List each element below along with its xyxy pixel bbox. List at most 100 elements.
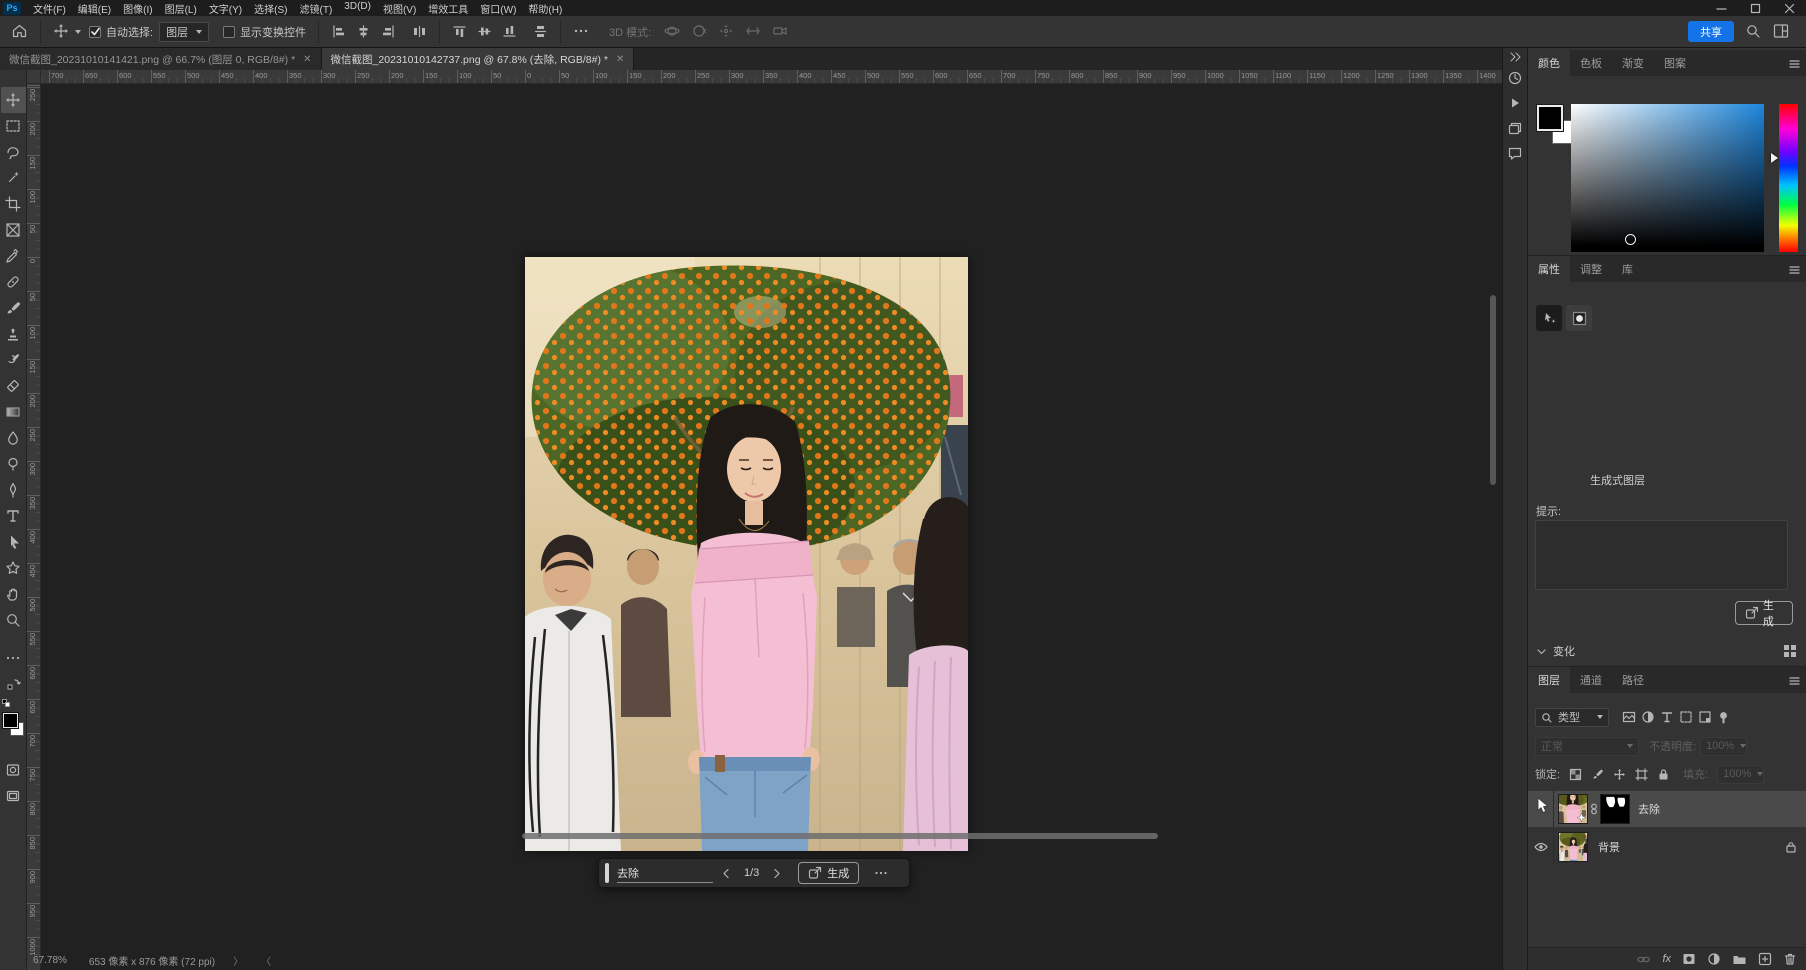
share-button[interactable]: 共享 [1688, 21, 1734, 42]
libraries-panel-icon[interactable] [1507, 116, 1524, 141]
filter-adjustment-layers-icon[interactable] [1641, 710, 1655, 724]
comments-panel-icon[interactable] [1507, 141, 1524, 166]
dodge-tool[interactable] [1, 451, 26, 477]
quick-selection-tool[interactable] [1, 165, 26, 191]
menu-item[interactable]: 增效工具 [422, 1, 474, 16]
menu-item[interactable]: 视图(V) [377, 1, 422, 16]
auto-select-checkbox[interactable] [89, 26, 101, 38]
layer-row-background[interactable]: 背景 [1528, 829, 1806, 865]
menu-item[interactable]: 文件(F) [27, 1, 72, 16]
distribute-h-icon[interactable] [407, 24, 432, 39]
layer-name[interactable]: 背景 [1598, 839, 1620, 855]
tab-2-close-icon[interactable]: ✕ [616, 54, 624, 65]
marquee-tool[interactable] [1, 113, 26, 139]
filter-type-layers-icon[interactable] [1660, 710, 1674, 724]
status-expand-icon[interactable]: 〉 [233, 953, 243, 968]
gradient-tool[interactable] [1, 399, 26, 425]
hue-slider[interactable] [1779, 104, 1798, 252]
taskbar-handle[interactable] [605, 863, 609, 883]
tab-adjustments[interactable]: 调整 [1570, 256, 1612, 282]
menu-item[interactable]: 帮助(H) [522, 1, 568, 16]
layer-row-remove[interactable]: 去除 [1528, 791, 1806, 827]
menu-item[interactable]: 图层(L) [159, 1, 203, 16]
home-icon[interactable] [6, 23, 33, 40]
new-layer-icon[interactable] [1758, 952, 1772, 966]
canvas-area[interactable]: 7006506005505004504003503002502001501005… [27, 70, 1502, 970]
collapse-panels-icon[interactable] [1509, 48, 1521, 66]
menu-item[interactable]: 选择(S) [248, 1, 293, 16]
foreground-color-swatch-panel[interactable] [1537, 105, 1563, 131]
previous-variation-icon[interactable] [713, 868, 740, 879]
pen-tool[interactable] [1, 477, 26, 503]
show-transform-checkbox[interactable] [223, 26, 235, 38]
variations-grid-view-icon[interactable] [1782, 643, 1797, 658]
default-colors-icon[interactable] [2, 699, 10, 707]
document-tab-2[interactable]: 微信截图_20231010142737.png @ 67.8% (去除, RGB… [322, 48, 635, 70]
3d-camera-icon[interactable] [767, 23, 794, 40]
frame-tool[interactable] [1, 217, 26, 243]
auto-select-dropdown[interactable]: 图层 [159, 22, 209, 42]
mask-properties-icon[interactable] [1566, 305, 1592, 331]
blend-mode-dropdown[interactable]: 正常 [1535, 737, 1639, 756]
tab-properties[interactable]: 属性 [1528, 256, 1570, 282]
layer-mask-thumbnail[interactable] [1600, 794, 1630, 824]
crop-tool[interactable] [1, 191, 26, 217]
move-tool-icon[interactable] [48, 23, 75, 40]
color-picker-indicator[interactable] [1625, 234, 1636, 245]
lock-position-icon[interactable] [1613, 768, 1626, 781]
layer-thumbnail-background[interactable] [1558, 832, 1588, 862]
align-top-icon[interactable] [447, 24, 472, 39]
lock-transparency-icon[interactable] [1569, 768, 1582, 781]
type-tool[interactable] [1, 503, 26, 529]
align-left-icon[interactable] [326, 24, 351, 39]
color-panel-menu-icon[interactable] [1788, 57, 1801, 70]
delete-layer-icon[interactable] [1783, 952, 1797, 966]
generative-layer-icon[interactable] [1536, 305, 1562, 331]
layer-visibility-toggle[interactable] [1528, 829, 1554, 865]
horizontal-scrollbar[interactable] [522, 833, 1158, 839]
layer-visibility-toggle[interactable] [1528, 791, 1554, 827]
tab-patterns[interactable]: 图案 [1654, 50, 1696, 76]
status-collapse-icon[interactable]: 〈 [261, 953, 271, 968]
3d-roll-icon[interactable] [686, 23, 713, 40]
tab-libraries[interactable]: 库 [1612, 256, 1643, 282]
menu-item[interactable]: 窗口(W) [474, 1, 522, 16]
eraser-tool[interactable] [1, 373, 26, 399]
saturation-brightness-field[interactable] [1571, 104, 1764, 252]
blur-tool[interactable] [1, 425, 26, 451]
lasso-tool[interactable] [1, 139, 26, 165]
align-right-icon[interactable] [376, 24, 401, 39]
filter-pixel-layers-icon[interactable] [1622, 710, 1636, 724]
move-tool[interactable] [1, 87, 26, 113]
hue-slider-pointer[interactable] [1771, 153, 1778, 163]
tab-color[interactable]: 颜色 [1528, 50, 1570, 76]
swap-colors-icon[interactable] [1, 671, 26, 697]
document-image[interactable] [525, 257, 968, 851]
layers-panel-menu-icon[interactable] [1788, 674, 1801, 687]
shape-tool[interactable] [1, 555, 26, 581]
ruler-origin-corner[interactable] [27, 70, 41, 84]
menu-item[interactable]: 编辑(E) [72, 1, 117, 16]
prompt-textarea[interactable] [1535, 520, 1788, 590]
play-actions-icon[interactable] [1507, 91, 1524, 116]
path-selection-tool[interactable] [1, 529, 26, 555]
zoom-tool[interactable] [1, 607, 26, 633]
new-group-icon[interactable] [1732, 952, 1747, 967]
hand-tool[interactable] [1, 581, 26, 607]
generation-prompt-input[interactable]: 去除 [617, 863, 713, 883]
foreground-color-swatch[interactable] [3, 713, 18, 728]
layer-thumbnail-generative[interactable] [1558, 794, 1588, 824]
properties-panel-menu-icon[interactable] [1788, 263, 1801, 276]
screen-mode-icon[interactable] [1, 783, 26, 809]
minimize-button[interactable] [1704, 0, 1738, 16]
healing-brush-tool[interactable] [1, 269, 26, 295]
align-center-h-icon[interactable] [351, 24, 376, 39]
lock-pixels-icon[interactable] [1591, 768, 1604, 781]
distribute-v-icon[interactable] [528, 24, 553, 39]
layer-name[interactable]: 去除 [1638, 801, 1660, 817]
search-icon[interactable] [1745, 23, 1762, 40]
layer-filter-dropdown[interactable]: 类型 [1535, 708, 1609, 727]
new-adjustment-layer-icon[interactable] [1707, 952, 1721, 966]
variations-header[interactable]: 变化 [1536, 643, 1575, 659]
document-tab-1[interactable]: 微信截图_20231010141421.png @ 66.7% (图层 0, R… [0, 48, 322, 70]
